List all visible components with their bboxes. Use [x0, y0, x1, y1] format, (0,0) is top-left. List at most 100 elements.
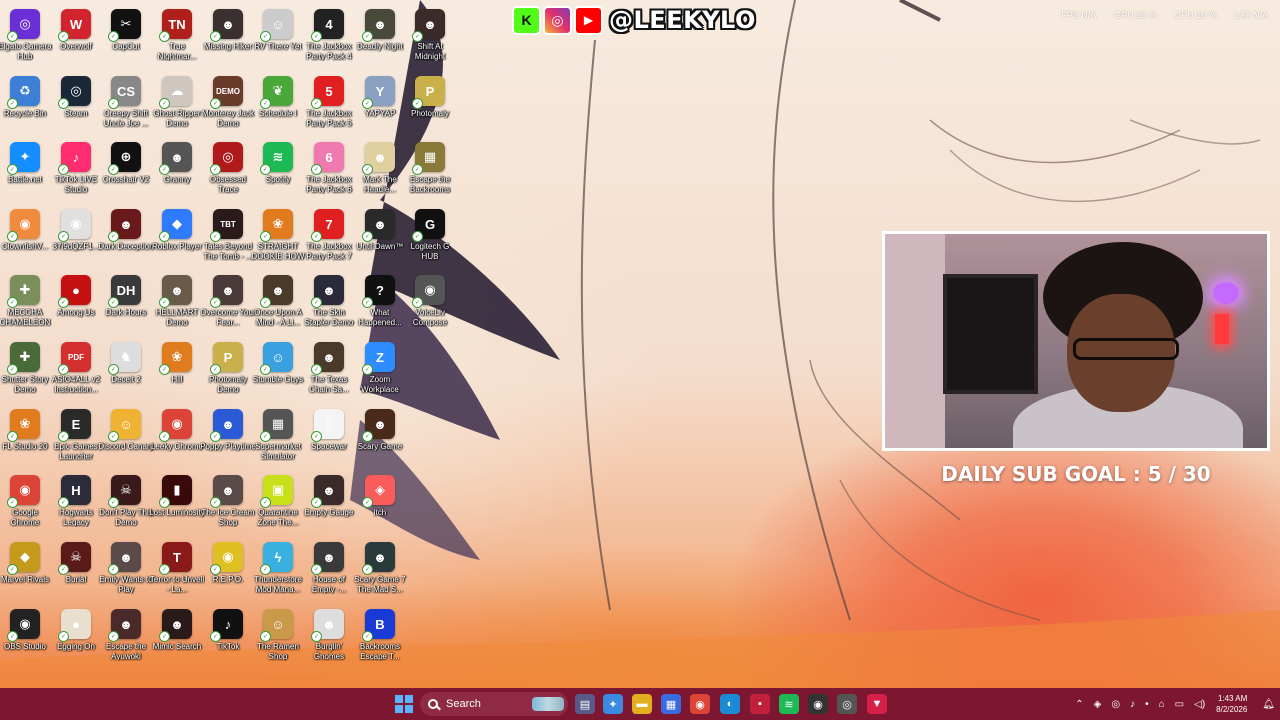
- desktop-icon[interactable]: ☺ ✓ Stumble Guys: [253, 337, 303, 401]
- notification-bell-icon[interactable]: 🔔︎: [1262, 699, 1275, 710]
- desktop-icon[interactable]: ◎ ✓ Obsessed Trace: [203, 137, 253, 201]
- desktop-icon[interactable]: ◉ ✓ Leeky Chrome: [151, 404, 203, 468]
- desktop-icon[interactable]: ☻ ✓ Overcome Your Fear...: [200, 270, 256, 334]
- desktop-icon[interactable]: ❀ ✓ STRAIGHT DOOKIE HOW: [252, 204, 304, 268]
- desktop-icon[interactable]: T ✓ Terror to Unveil - La...: [150, 537, 204, 601]
- desktop-icon[interactable]: P ✓ Photomaly Demo: [203, 337, 253, 401]
- desktop-icon[interactable]: DEMO ✓ Monterey Jack Demo: [202, 71, 254, 135]
- desktop-icon[interactable]: ☻ ✓ Burglin' Gnomes: [304, 604, 354, 668]
- desktop-icon[interactable]: ◈ ✓ itch: [355, 470, 405, 534]
- volume-icon[interactable]: ◁): [1194, 699, 1205, 710]
- desktop-icon[interactable]: 7 ✓ The Jackbox Party Pack 7: [304, 204, 354, 268]
- desktop-icon[interactable]: ☻ ✓ Shift At Midnight: [405, 4, 455, 68]
- desktop-icon[interactable]: ☠ ✓ Burial: [51, 537, 101, 601]
- desktop-icon[interactable]: ♪ ✓ TikTok: [203, 604, 253, 668]
- desktop-icon[interactable]: ♪ ✓ TikTok LIVE Studio: [51, 137, 101, 201]
- desktop-icon[interactable]: ⊕ ✓ Crosshair V2: [101, 137, 151, 201]
- desktop-icon[interactable]: 4 ✓ The Jackbox Party Pack 4: [304, 4, 354, 68]
- desktop-icon[interactable]: 5 ✓ The Jackbox Party Pack 5: [304, 71, 354, 135]
- desktop-icon[interactable]: ☻ ✓ Poppy Playtime: [200, 404, 256, 468]
- desktop-icon[interactable]: ◎ ✓ Elgato Camera Hub: [0, 4, 52, 68]
- desktop-icon[interactable]: Y ✓ YAPYAP: [355, 71, 405, 135]
- desktop-icon[interactable]: 6 ✓ The Jackbox Party Pack 6: [304, 137, 354, 201]
- desktop-icon[interactable]: W ✓ Overwolf: [51, 4, 101, 68]
- desktop-icon[interactable]: ▣ ✓ Quarantine Zone The...: [253, 470, 303, 534]
- desktop-icon[interactable]: ☻ ✓ Until Dawn™: [355, 204, 405, 268]
- desktop-icon[interactable]: ▦ ✓ Escape the Backrooms: [405, 137, 455, 201]
- desktop-icon[interactable]: ◉ ✓ 37i9dQZF1...: [51, 204, 101, 268]
- desktop-icon[interactable]: ? ✓ What Happened...: [355, 270, 405, 334]
- desktop-icon[interactable]: PDF ✓ ASIO4ALL v2 Instruction...: [51, 337, 101, 401]
- desktop-icon[interactable]: G ✓ Logitech G HUB: [405, 204, 455, 268]
- desktop-icon[interactable]: ☁ ✓ Ghost Ripper Demo: [152, 71, 202, 135]
- desktop-icon[interactable]: ▮ ✓ Lost Luminosity: [149, 470, 205, 534]
- desktop-icon[interactable]: ☻ ✓ Empty Gauge: [304, 470, 354, 534]
- taskbar-streamlabs-icon[interactable]: ▼: [867, 694, 887, 714]
- start-button[interactable]: [394, 694, 414, 714]
- desktop-icon[interactable]: ▦ ✓ Supermarket Simulator: [253, 404, 303, 468]
- desktop-icon[interactable]: TBT ✓ Tales Beyond The Tomb - ...: [203, 204, 253, 268]
- desktop-icon[interactable]: ◎ ✓ Steam: [51, 71, 101, 135]
- desktop-icon[interactable]: ≋ ✓ Spotify: [253, 137, 303, 201]
- desktop-icon[interactable]: Z ✓ Zoom Workplace: [355, 337, 405, 401]
- desktop-icon[interactable]: ☻ ✓ The Ice Cream Shop: [202, 470, 254, 534]
- desktop-icon[interactable]: H ✓ Hogwarts Legacy: [51, 470, 101, 534]
- taskbar-search[interactable]: Search: [420, 692, 568, 716]
- desktop-icon[interactable]: TN ✓ True Nightmar...: [152, 4, 202, 68]
- desktop-icon[interactable]: ◉ ✓ Google Chrome: [0, 470, 50, 534]
- desktop-icon[interactable]: ☻ ✓ Emily Wants to Play: [99, 537, 153, 601]
- taskbar-folder-icon[interactable]: ▬: [632, 694, 652, 714]
- desktop-icon[interactable]: ◉ ✓ R.E.P.O.: [203, 537, 253, 601]
- desktop-icon[interactable]: CS ✓ Creepy Shift Uncle Joe ...: [101, 71, 151, 135]
- desktop-icon[interactable]: ✚ ✓ Shutter Story Demo: [0, 337, 50, 401]
- taskbar-file-explorer-icon[interactable]: ▤: [575, 694, 595, 714]
- desktop-icon[interactable]: E ✓ Epic Games Launcher: [51, 404, 101, 468]
- desktop-icon[interactable]: ϟ ✓ Thunderstore Mod Mana...: [253, 537, 303, 601]
- desktop-icon[interactable]: ❀ ✓ FL Studio 20: [0, 404, 50, 468]
- desktop-icon[interactable]: ☻ ✓ Once Upon A Mind - A Li...: [253, 270, 303, 334]
- desktop-icon[interactable]: ☻ ✓ Granny: [152, 137, 202, 201]
- tray-steam-icon[interactable]: ◎: [1111, 699, 1120, 710]
- desktop-icon[interactable]: ☺ ✓ Discord Canary: [98, 404, 154, 468]
- desktop-icon[interactable]: ✂ ✓ CapCut: [101, 4, 151, 68]
- desktop-icon[interactable]: ❀ ✓ Hill: [152, 337, 202, 401]
- desktop-icon[interactable]: ◉ ✓ OBS Studio: [0, 604, 50, 668]
- taskbar-red-app-icon[interactable]: ▪: [750, 694, 770, 714]
- display-icon[interactable]: ▭: [1175, 699, 1184, 710]
- taskbar-edge-icon[interactable]: ◐: [720, 694, 740, 714]
- taskbar-store-icon[interactable]: ▦: [661, 694, 681, 714]
- desktop-icon[interactable]: DH ✓ Dark Hours: [101, 270, 151, 334]
- desktop-icon[interactable]: ☻ ✓ The Texas Chain Sa...: [304, 337, 354, 401]
- desktop-icon[interactable]: ◉ ✓ VoiceLiv Compose: [405, 270, 455, 334]
- desktop-icon[interactable]: ✦ ✓ Battle.net: [0, 137, 50, 201]
- desktop-icon[interactable]: ☺ ✓ RV There Yet: [253, 4, 303, 68]
- taskbar-chrome-icon[interactable]: ◉: [690, 694, 710, 714]
- desktop-icon[interactable]: ☻ ✓ Scary Game: [355, 404, 405, 468]
- desktop-icon[interactable]: ◉ ✓ ClownfishV...: [0, 204, 50, 268]
- desktop-icon[interactable]: ☻ ✓ HELLMART Demo: [152, 270, 202, 334]
- tray-dot-icon[interactable]: •: [1145, 699, 1149, 710]
- desktop-icon[interactable]: P ✓ Photomaly: [405, 71, 455, 135]
- desktop-icon[interactable]: ☻ ✓ Mark The Headle...: [355, 137, 405, 201]
- taskbar-obs-icon[interactable]: ◉: [808, 694, 828, 714]
- desktop-icon[interactable]: ♞ ✓ Deceit 2: [101, 337, 151, 401]
- desktop-icon[interactable]: B ✓ Backrooms Escape T...: [355, 604, 405, 668]
- desktop-icon[interactable]: ✚ ✓ MECCHA CHAMELEON: [0, 270, 50, 334]
- desktop-icon[interactable]: ● ✓ Among Us: [51, 270, 101, 334]
- desktop-icon[interactable]: ☻ ✓ Dark Deception: [98, 204, 154, 268]
- desktop-icon[interactable]: ☻ ✓ Deadly Night: [355, 4, 405, 68]
- desktop-icon[interactable]: ◆ ✓ Roblox Player: [152, 204, 202, 268]
- desktop-icon[interactable]: ☻ ✓ Mimic Search: [152, 604, 202, 668]
- desktop-icon[interactable]: ☻ ✓ House of Empty -...: [304, 537, 354, 601]
- desktop-icon[interactable]: ☻ ✓ Missing Hiker: [203, 4, 253, 68]
- desktop-icon[interactable]: ● ✓ Egging On: [51, 604, 101, 668]
- microphone-icon[interactable]: ♪: [1130, 699, 1135, 710]
- taskbar-spotify-icon[interactable]: ≋: [779, 694, 799, 714]
- tray-app-icon[interactable]: ◈: [1094, 699, 1102, 710]
- taskbar-clock[interactable]: 1:43 AM 8/2/2026: [1216, 693, 1247, 715]
- taskbar-steam-icon[interactable]: ◎: [837, 694, 857, 714]
- desktop-icon[interactable]: ☻ ✓ Scary Game 7 The Mad S...: [354, 537, 406, 601]
- desktop-icon[interactable]: ❦ ✓ Schedule I: [253, 71, 303, 135]
- desktop-icon[interactable]: ▯ ✓ Spacewar: [304, 404, 354, 468]
- desktop-icon[interactable]: ☠ ✓ Don't Play This Demo: [99, 470, 153, 534]
